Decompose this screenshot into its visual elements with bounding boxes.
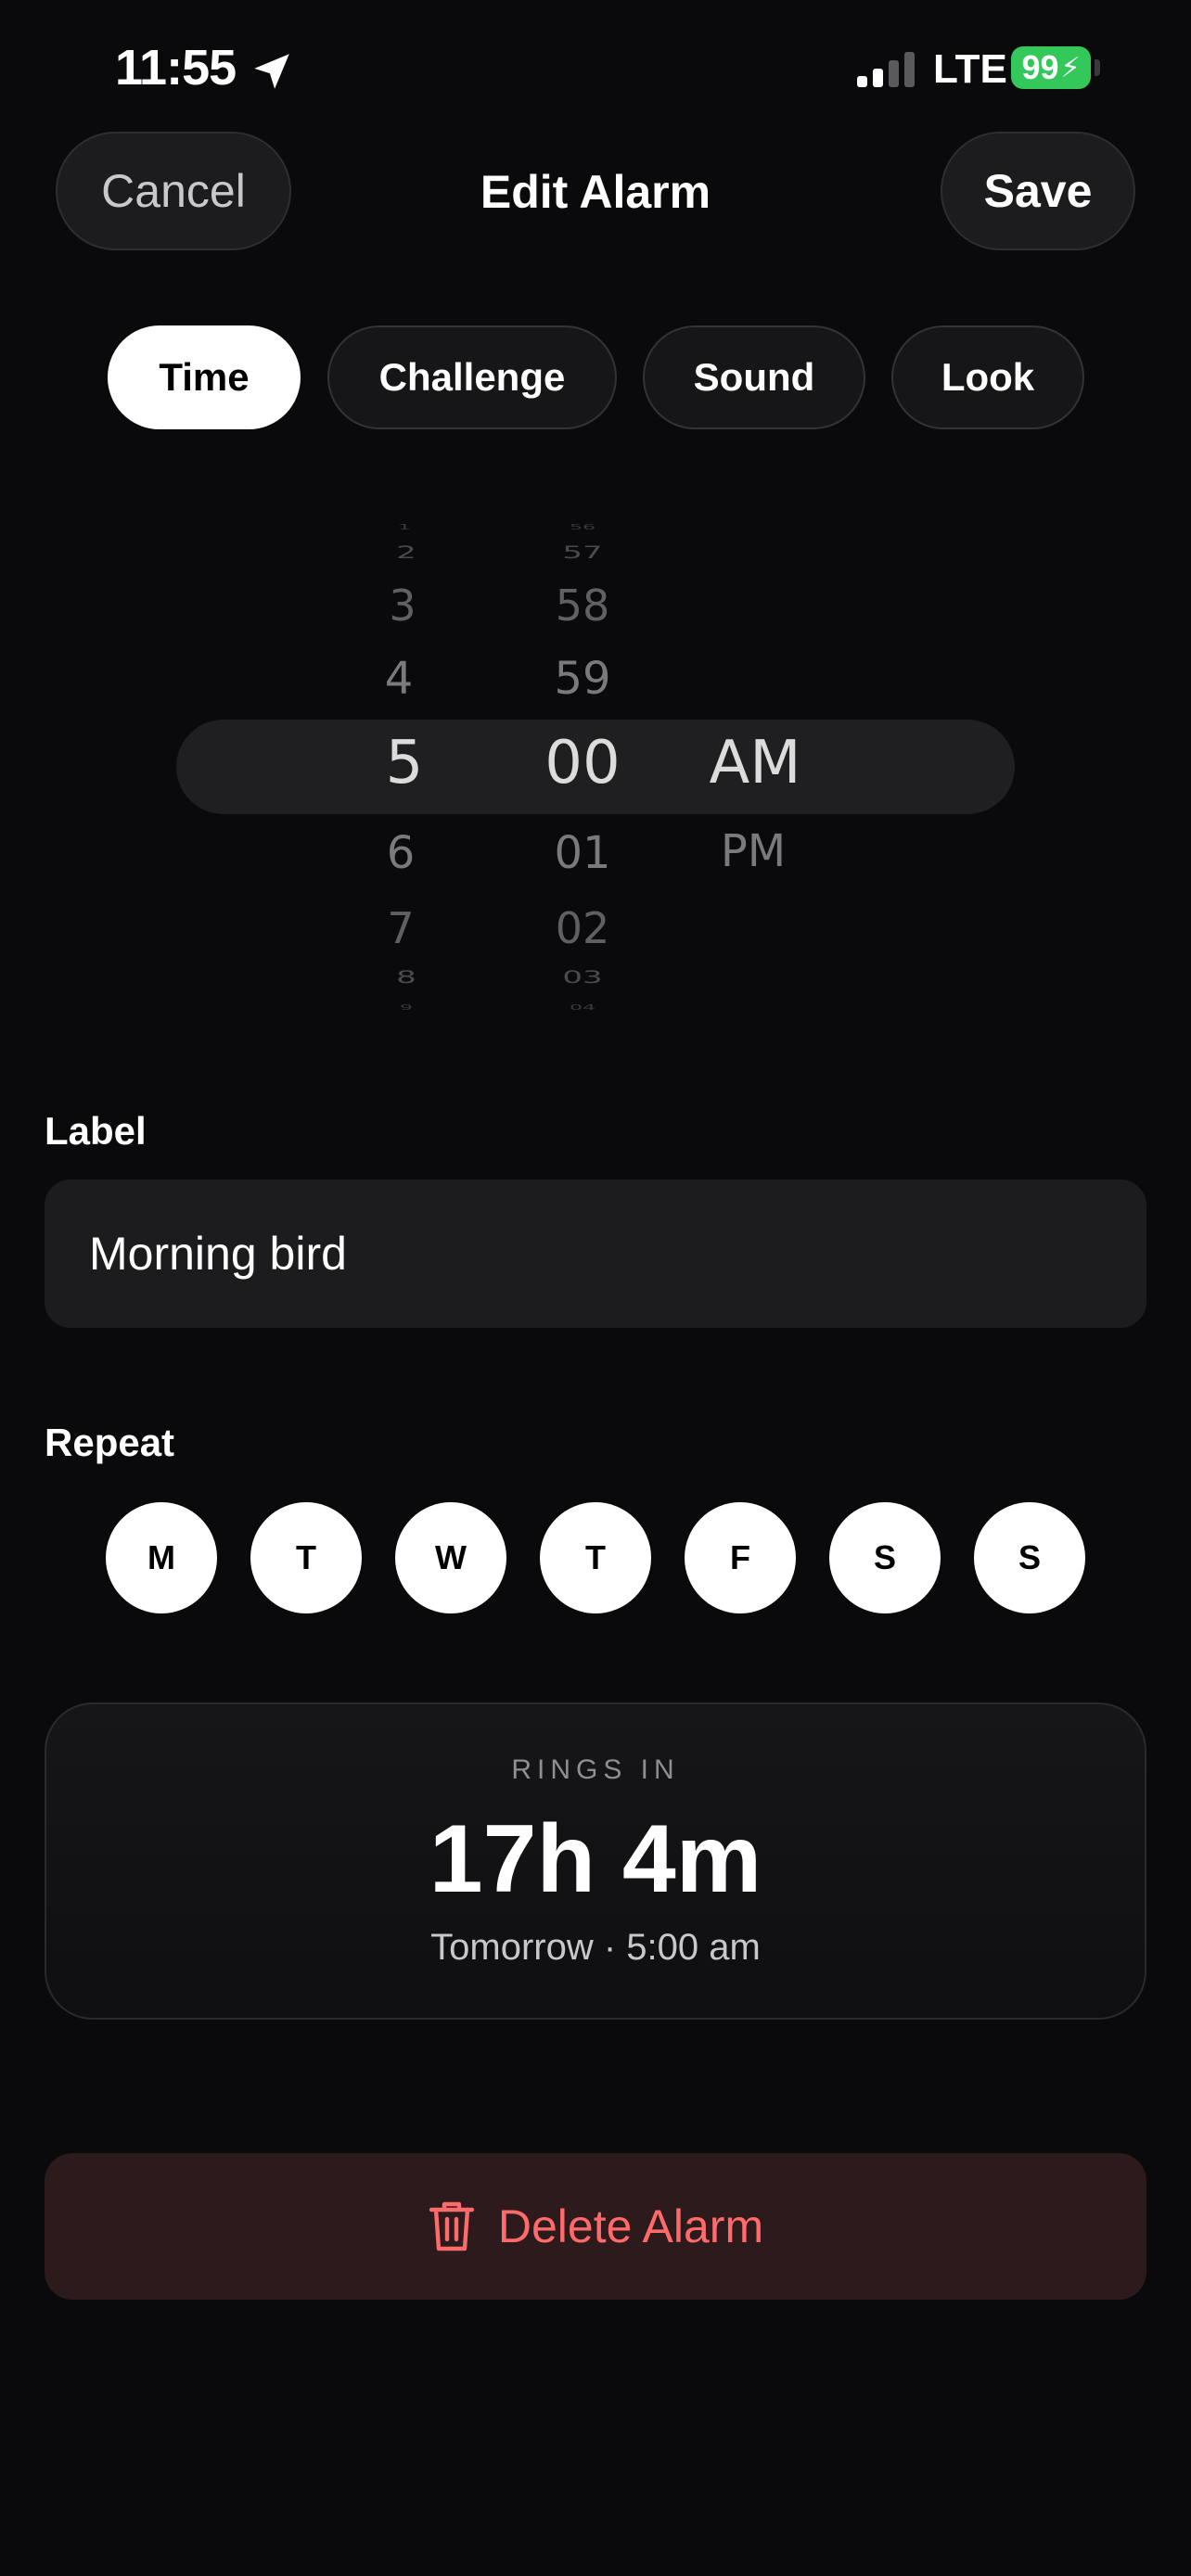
delete-alarm-label: Delete Alarm	[497, 2200, 764, 2252]
tab-look[interactable]: Look	[891, 325, 1084, 429]
battery-indicator: 99 ⚡	[1011, 46, 1091, 89]
day-toggle-thursday[interactable]: T	[540, 1502, 651, 1613]
day-toggle-wednesday[interactable]: W	[395, 1502, 506, 1613]
day-toggle-saturday[interactable]: S	[829, 1502, 941, 1613]
tab-challenge[interactable]: Challenge	[327, 325, 617, 429]
rings-in-value: 17h 4m	[429, 1805, 762, 1913]
hour-option[interactable]: 1	[398, 523, 411, 531]
save-button[interactable]: Save	[941, 132, 1135, 250]
hour-option[interactable]: 2	[396, 542, 416, 563]
minute-option[interactable]: 57	[562, 542, 602, 563]
minute-option[interactable]: 04	[570, 1003, 596, 1012]
hour-selected[interactable]: 5	[386, 729, 424, 797]
day-toggle-friday[interactable]: F	[685, 1502, 796, 1613]
status-time: 11:55	[115, 40, 237, 96]
hour-option[interactable]: 8	[396, 967, 416, 988]
minute-option[interactable]: 01	[554, 827, 610, 879]
network-type: LTE	[933, 46, 1007, 92]
period-selected[interactable]: AM	[710, 729, 801, 797]
tab-time[interactable]: Time	[108, 325, 301, 429]
delete-alarm-button[interactable]: Delete Alarm	[45, 2153, 1146, 2300]
hour-option[interactable]: 6	[387, 827, 416, 879]
hour-option[interactable]: 7	[387, 903, 414, 953]
day-toggle-tuesday[interactable]: T	[250, 1502, 362, 1613]
hour-option[interactable]: 3	[389, 580, 416, 631]
minute-option[interactable]: 58	[556, 580, 610, 631]
trash-icon	[429, 2201, 475, 2251]
minute-option[interactable]: 02	[556, 903, 610, 953]
minute-option[interactable]: 56	[570, 523, 596, 531]
minute-option[interactable]: 03	[562, 967, 602, 988]
tab-sound[interactable]: Sound	[643, 325, 865, 429]
label-heading: Label	[45, 1109, 147, 1153]
minute-option[interactable]: 59	[554, 653, 610, 705]
repeat-heading: Repeat	[45, 1421, 175, 1464]
day-toggle-monday[interactable]: M	[106, 1502, 217, 1613]
minute-selected[interactable]: 00	[544, 729, 620, 797]
hour-option[interactable]: 4	[385, 653, 414, 705]
battery-level: 99	[1021, 48, 1059, 86]
rings-in-subtitle: Tomorrow · 5:00 am	[430, 1927, 761, 1968]
rings-in-label: RINGS IN	[511, 1754, 680, 1785]
day-toggle-sunday[interactable]: S	[974, 1502, 1085, 1613]
battery-tip	[1095, 59, 1100, 76]
cellular-signal-icon	[857, 52, 915, 87]
charging-bolt-icon: ⚡	[1060, 52, 1081, 83]
period-option[interactable]: PM	[721, 825, 786, 877]
alarm-label-input[interactable]	[45, 1180, 1146, 1328]
location-arrow-icon	[254, 54, 289, 89]
hour-option[interactable]: 9	[400, 1003, 413, 1012]
